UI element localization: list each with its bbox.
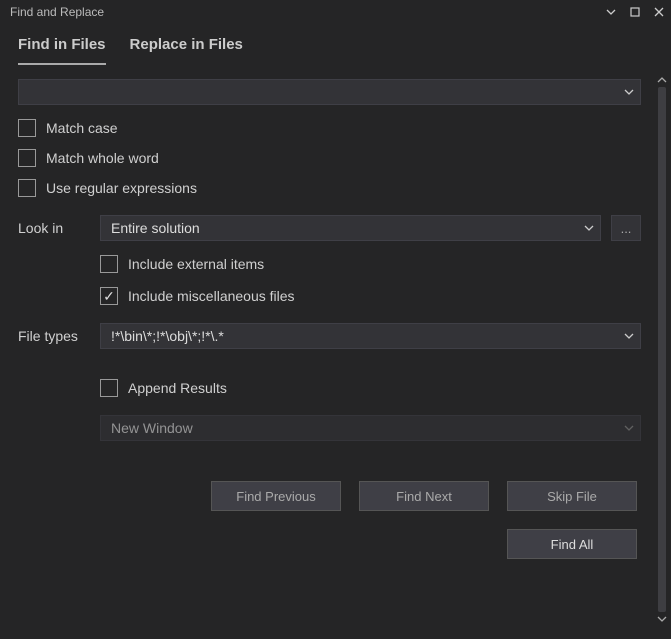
close-icon[interactable] bbox=[651, 4, 667, 20]
search-term-combo[interactable] bbox=[18, 79, 641, 105]
checkbox-icon bbox=[100, 287, 118, 305]
titlebar: Find and Replace bbox=[0, 0, 671, 24]
find-next-button[interactable]: Find Next bbox=[359, 481, 489, 511]
filetypes-label: File types bbox=[18, 328, 90, 344]
search-history-dropdown-icon[interactable] bbox=[618, 80, 640, 104]
match-whole-word-label: Match whole word bbox=[46, 150, 159, 166]
maximize-icon[interactable] bbox=[627, 4, 643, 20]
lookin-dropdown[interactable]: Entire solution bbox=[100, 215, 601, 241]
checkbox-icon bbox=[18, 149, 36, 167]
search-input[interactable] bbox=[19, 80, 618, 104]
checkbox-icon bbox=[18, 119, 36, 137]
checkbox-icon bbox=[18, 179, 36, 197]
include-external-label: Include external items bbox=[128, 256, 264, 272]
find-previous-button[interactable]: Find Previous bbox=[211, 481, 341, 511]
window-controls bbox=[603, 4, 667, 20]
filetypes-combo[interactable] bbox=[100, 323, 641, 349]
checkbox-icon bbox=[100, 255, 118, 273]
lookin-value: Entire solution bbox=[101, 220, 578, 236]
chevron-down-icon[interactable] bbox=[618, 331, 640, 341]
include-misc-label: Include miscellaneous files bbox=[128, 288, 295, 304]
vertical-scrollbar[interactable] bbox=[655, 73, 669, 626]
filetypes-input[interactable] bbox=[101, 328, 618, 344]
include-external-checkbox[interactable]: Include external items bbox=[100, 255, 641, 273]
scroll-down-icon[interactable] bbox=[655, 612, 669, 626]
browse-button[interactable]: ... bbox=[611, 215, 641, 241]
find-all-button[interactable]: Find All bbox=[507, 529, 637, 559]
append-results-checkbox[interactable]: Append Results bbox=[100, 379, 641, 397]
chevron-down-icon bbox=[578, 223, 600, 233]
tab-replace-in-files[interactable]: Replace in Files bbox=[130, 36, 243, 65]
match-case-checkbox[interactable]: Match case bbox=[18, 119, 641, 137]
use-regex-label: Use regular expressions bbox=[46, 180, 197, 196]
use-regex-checkbox[interactable]: Use regular expressions bbox=[18, 179, 641, 197]
scroll-up-icon[interactable] bbox=[655, 73, 669, 87]
tabs: Find in Files Replace in Files bbox=[0, 24, 671, 65]
results-window-value: New Window bbox=[101, 420, 618, 436]
dropdown-menu-icon[interactable] bbox=[603, 4, 619, 20]
chevron-down-icon bbox=[618, 423, 640, 433]
match-whole-word-checkbox[interactable]: Match whole word bbox=[18, 149, 641, 167]
checkbox-icon bbox=[100, 379, 118, 397]
include-misc-checkbox[interactable]: Include miscellaneous files bbox=[100, 287, 641, 305]
append-results-label: Append Results bbox=[128, 380, 227, 396]
window-title: Find and Replace bbox=[10, 5, 104, 19]
scrollbar-track[interactable] bbox=[658, 87, 666, 612]
skip-file-button[interactable]: Skip File bbox=[507, 481, 637, 511]
results-window-dropdown[interactable]: New Window bbox=[100, 415, 641, 441]
tab-find-in-files[interactable]: Find in Files bbox=[18, 36, 106, 65]
content: Match case Match whole word Use regular … bbox=[0, 65, 671, 573]
match-case-label: Match case bbox=[46, 120, 118, 136]
lookin-label: Look in bbox=[18, 220, 90, 236]
